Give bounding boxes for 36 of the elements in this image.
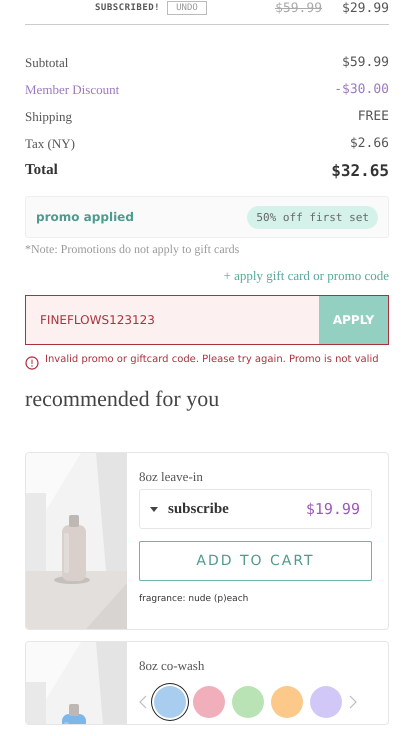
undo-button[interactable]: UNDO [167, 1, 207, 15]
subscription-select[interactable]: subscribe $19.99 [139, 489, 372, 529]
alert-icon [25, 356, 39, 370]
summary-label: Total [25, 162, 58, 179]
product-name: 8oz leave-in [139, 469, 204, 485]
color-swatch[interactable] [310, 686, 342, 718]
color-swatch[interactable] [271, 686, 303, 718]
fragrance-label: fragrance: nude (p)each [139, 594, 250, 604]
promo-badge: 50% off first set [247, 206, 378, 228]
summary-label: Shipping [25, 108, 72, 124]
original-price: $59.99 [275, 0, 322, 16]
summary-label: Member Discount [25, 82, 120, 98]
option-label: subscribe [168, 500, 229, 518]
status-label: SUBSCRIBED! [95, 3, 160, 13]
product-name: 8oz co-wash [139, 658, 206, 674]
chevron-left-icon [139, 695, 147, 709]
caret-icon [150, 506, 158, 512]
color-swatch[interactable] [154, 686, 186, 718]
color-swatch[interactable] [232, 686, 264, 718]
price: $29.99 [342, 0, 389, 16]
summary-value: FREE [358, 109, 389, 124]
summary-value: -$30.00 [334, 82, 389, 97]
summary-value: $59.99 [342, 55, 389, 70]
promo-link[interactable]: + apply gift card or promo code [224, 268, 389, 284]
summary-label: Tax (NY) [25, 136, 75, 152]
promo-label: promo applied [36, 210, 134, 224]
color-swatch[interactable] [193, 686, 225, 718]
product-price: $19.99 [306, 500, 360, 518]
section-heading: recommended for you [25, 386, 220, 412]
error-message: Invalid promo or giftcard code. Please try again. Promo is not valid [45, 353, 379, 367]
chevron-right-icon [349, 695, 357, 709]
summary-value: $32.65 [331, 161, 389, 180]
summary-value: $2.66 [350, 136, 389, 151]
summary-label: Subtotal [25, 54, 68, 70]
add-to-cart-button[interactable]: ADD TO CART [139, 541, 372, 581]
note-text: *Note: Promotions do not apply to gift cards [25, 242, 240, 257]
